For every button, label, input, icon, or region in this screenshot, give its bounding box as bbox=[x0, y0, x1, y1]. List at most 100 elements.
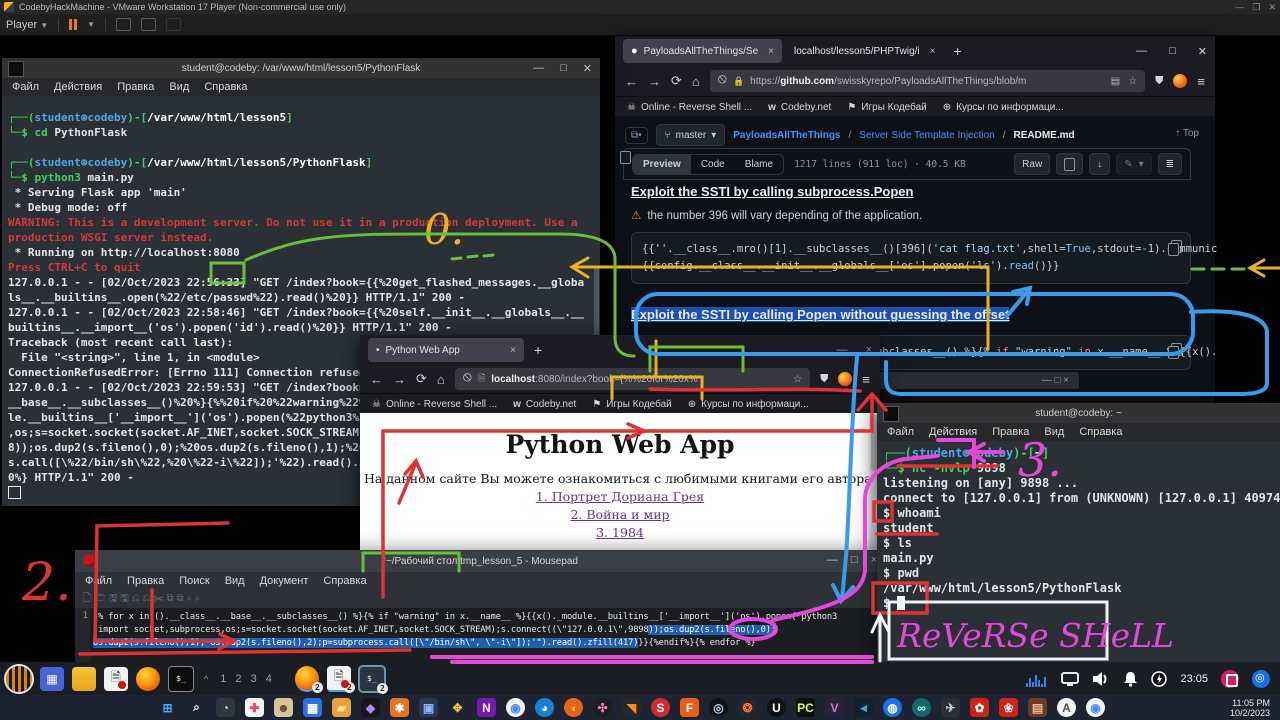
menu-help[interactable]: Справка bbox=[204, 81, 247, 93]
firefox-launcher[interactable] bbox=[136, 667, 160, 691]
firefox-icon[interactable]: ◖ bbox=[564, 698, 583, 717]
raw-button[interactable]: Raw bbox=[1014, 153, 1050, 175]
power-manager-icon[interactable] bbox=[1151, 671, 1167, 687]
onenote-icon[interactable]: N bbox=[477, 698, 496, 717]
vm-clock[interactable]: 23:05 bbox=[1180, 673, 1208, 685]
obsidian-app-icon[interactable]: ◆ bbox=[361, 698, 380, 717]
keepass-tray-icon[interactable] bbox=[1221, 670, 1239, 688]
file-tree-icon[interactable]: ⧉• bbox=[625, 127, 648, 144]
window-close-button[interactable]: ✕ bbox=[1198, 45, 1207, 58]
gauge-app-icon[interactable]: ◔ bbox=[216, 698, 235, 717]
red-gear2-app-icon[interactable]: ❀ bbox=[999, 698, 1018, 717]
chrome-icon[interactable]: ◉ bbox=[506, 698, 525, 717]
extensions-shield-icon[interactable]: ⛊ bbox=[820, 373, 828, 386]
edit-button[interactable]: ✎ ▾ bbox=[1116, 153, 1151, 175]
menu-document[interactable]: Документ bbox=[260, 575, 309, 587]
outline-button[interactable]: ≣ bbox=[1158, 153, 1182, 175]
menu-edit[interactable]: Правка bbox=[992, 426, 1029, 438]
menu-view[interactable]: Вид bbox=[1044, 426, 1064, 438]
blue-pin-app-icon[interactable]: ◍ bbox=[883, 698, 902, 717]
window-maximize-button[interactable]: □ bbox=[851, 554, 858, 566]
shield-icon[interactable]: 🛇 bbox=[463, 371, 472, 387]
vmware-close-button[interactable]: ✕ bbox=[1268, 2, 1276, 13]
window-maximize-button[interactable]: □ bbox=[560, 62, 567, 74]
grid-colorful-app-icon[interactable]: ✚ bbox=[245, 698, 264, 717]
tab-blame[interactable]: Blame bbox=[735, 155, 783, 174]
reload-button[interactable]: ⟳ bbox=[671, 73, 682, 89]
orange-gear-app-icon[interactable]: ✱ bbox=[390, 698, 409, 717]
tab-localhost-phptwig[interactable]: localhost/lesson5/PHPTwig/i × bbox=[786, 39, 943, 63]
forward-button[interactable]: → bbox=[393, 372, 406, 387]
camera-lens-app-icon[interactable]: ◎ bbox=[709, 698, 728, 717]
bookmark-games[interactable]: ⚑Игры Кодебай bbox=[592, 399, 671, 410]
breadcrumb-repo[interactable]: PayloadsAllTheThings bbox=[733, 130, 840, 141]
bookmark-codeby[interactable]: wCodeby.net bbox=[513, 399, 576, 410]
menu-help[interactable]: Справка bbox=[323, 575, 366, 587]
menu-edit[interactable]: Правка bbox=[127, 575, 164, 587]
bookmark-star-icon[interactable]: ☆ bbox=[793, 374, 802, 385]
vmware-maximize-button[interactable]: ❐ bbox=[1252, 2, 1260, 13]
unreal-engine-icon[interactable]: U bbox=[767, 698, 786, 717]
readme-heading-subprocess-popen[interactable]: Exploit the SSTI by calling subprocess.P… bbox=[631, 184, 1191, 199]
applications-menu-logo[interactable] bbox=[6, 666, 32, 692]
terminal-launcher[interactable]: $_ bbox=[168, 666, 194, 692]
open-terminal-windows[interactable]: $_ 2 bbox=[359, 666, 385, 692]
copy-raw-button[interactable] bbox=[1056, 153, 1083, 175]
folder-launcher[interactable] bbox=[72, 667, 96, 691]
home-button[interactable]: ⌂ bbox=[692, 74, 700, 89]
firefox-account-icon[interactable] bbox=[1173, 74, 1187, 88]
menu-actions[interactable]: Действия bbox=[54, 81, 102, 93]
chrome-profile-s-icon[interactable]: ◉ bbox=[1086, 698, 1105, 717]
toolbox-app-icon[interactable]: ▤ bbox=[1028, 698, 1047, 717]
app-menu-icon[interactable]: ≡ bbox=[1197, 74, 1205, 89]
copy-code-icon[interactable] bbox=[1171, 343, 1182, 356]
extensions-shield-icon[interactable]: ⛊ bbox=[1155, 75, 1163, 88]
menu-search[interactable]: Поиск bbox=[179, 575, 209, 587]
virtualbox-icon[interactable]: ▣ bbox=[419, 698, 438, 717]
terminal-output[interactable]: ┌──(student⊛codeby)-[~]└─$ nc -nvlp 9898… bbox=[877, 441, 1280, 662]
close-tab-icon[interactable]: × bbox=[768, 46, 774, 57]
window-minimize-button[interactable]: — bbox=[827, 554, 838, 566]
terminal-titlebar[interactable]: student@codeby: ~ bbox=[877, 403, 1280, 423]
back-button[interactable]: ← bbox=[625, 74, 638, 89]
window-minimize-button[interactable]: — bbox=[837, 344, 848, 356]
workspace-switcher[interactable]: 1 2 3 4 bbox=[220, 673, 275, 685]
bookmark-reverse-shell[interactable]: ☠Online - Reverse Shell ... bbox=[627, 102, 752, 113]
readme-heading-popen-offset[interactable]: Exploit the SSTI by calling Popen withou… bbox=[631, 307, 1009, 322]
mousepad-titlebar[interactable]: *~/Рабочий стол/tmp_lesson_5 - Mousepad … bbox=[75, 550, 885, 572]
menu-actions[interactable]: Действия bbox=[929, 426, 977, 438]
start-button[interactable]: ⊞ bbox=[158, 698, 177, 717]
url-bar[interactable]: 🛇 🗎 localhost:8080/index?book={%%20for%2… bbox=[455, 368, 810, 390]
tab-payloadsallthethings[interactable]: ● PayloadsAllTheThings/Se × bbox=[623, 39, 782, 63]
open-firefox-windows[interactable]: 2 bbox=[295, 666, 319, 692]
s-red-app-icon[interactable]: S bbox=[651, 698, 670, 717]
shield-icon[interactable]: 🛇 bbox=[718, 73, 727, 89]
back-to-top-link[interactable]: ↑ Top bbox=[1175, 128, 1199, 139]
teal-app-icon[interactable]: ∞ bbox=[912, 698, 931, 717]
terminal-titlebar[interactable]: student@codeby: /var/www/html/lesson5/Py… bbox=[2, 58, 600, 78]
tab-python-web-app[interactable]: • Python Web App × bbox=[368, 338, 524, 362]
notifications-bell-icon[interactable] bbox=[1123, 671, 1138, 687]
blender-icon[interactable]: ❂ bbox=[738, 698, 757, 717]
open-mousepad-windows[interactable]: 🗎 2 bbox=[327, 666, 351, 692]
mousepad-editor[interactable]: 1 {% for x in ().__class__.__base__.__su… bbox=[75, 608, 885, 662]
book-link-2[interactable]: 2. Война и мир bbox=[360, 507, 880, 522]
menu-view[interactable]: Вид bbox=[169, 81, 189, 93]
firefox-account-icon[interactable] bbox=[838, 372, 852, 386]
new-tab-button[interactable]: + bbox=[534, 342, 542, 358]
reload-button[interactable]: ⟳ bbox=[416, 371, 427, 387]
close-tab-icon[interactable]: × bbox=[930, 46, 936, 57]
visual-studio-icon[interactable]: V bbox=[825, 698, 844, 717]
menu-view[interactable]: Вид bbox=[225, 575, 245, 587]
download-button[interactable]: ↓ bbox=[1089, 153, 1110, 175]
mousepad-launcher[interactable]: 🗎 bbox=[104, 667, 128, 691]
pycharm-icon[interactable]: PC bbox=[796, 698, 815, 717]
bookmark-games[interactable]: ⚑Игры Кодебай bbox=[847, 102, 926, 113]
close-tab-icon[interactable]: × bbox=[510, 345, 516, 356]
breadcrumb-dir[interactable]: Server Side Template Injection bbox=[859, 130, 994, 141]
book-link-1[interactable]: 1. Портрет Дориана Грея bbox=[360, 489, 880, 504]
window-minimize-button[interactable]: — bbox=[533, 62, 544, 74]
tab-code[interactable]: Code bbox=[691, 155, 735, 174]
book-link-3[interactable]: 3. 1984 bbox=[360, 525, 880, 540]
reader-mode-icon[interactable]: ▤ bbox=[1111, 76, 1120, 87]
